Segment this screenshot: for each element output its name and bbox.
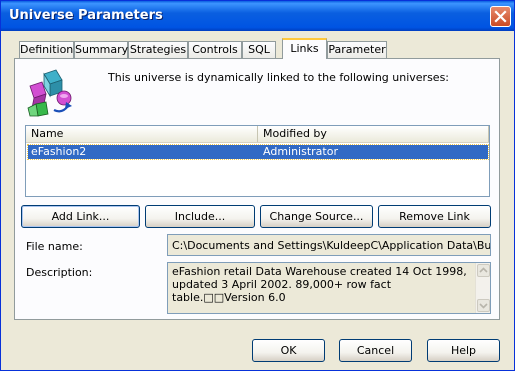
scroll-down-button[interactable]: [477, 299, 490, 312]
title-bar[interactable]: Universe Parameters: [1, 1, 514, 31]
close-button[interactable]: [490, 6, 511, 27]
linked-universes-list[interactable]: Name Modified by eFashion2 Administrator: [25, 125, 490, 197]
tab-summary[interactable]: Summary: [74, 41, 128, 58]
description-scrollbar[interactable]: [475, 263, 490, 313]
ok-button[interactable]: OK: [252, 339, 325, 362]
help-button[interactable]: Help: [427, 339, 500, 362]
tab-links[interactable]: Links: [282, 38, 327, 59]
row-name-cell: eFashion2: [31, 145, 87, 158]
scroll-up-button[interactable]: [477, 264, 490, 277]
tab-definition[interactable]: Definition: [19, 41, 74, 58]
description-field[interactable]: eFashion retail Data Warehouse created 1…: [167, 262, 491, 314]
row-modified-by-cell: Administrator: [263, 145, 338, 158]
tab-controls[interactable]: Controls: [188, 41, 242, 58]
column-header-name[interactable]: Name: [26, 126, 258, 142]
close-icon: [494, 10, 507, 23]
change-source-button[interactable]: Change Source...: [260, 205, 373, 228]
list-header: Name Modified by: [26, 126, 489, 143]
table-row[interactable]: eFashion2 Administrator: [27, 144, 489, 160]
tab-parameter[interactable]: Parameter: [327, 41, 387, 58]
links-intro-text: This universe is dynamically linked to t…: [108, 71, 450, 84]
universe-link-icon: [27, 69, 72, 117]
description-value: eFashion retail Data Warehouse created 1…: [172, 265, 467, 304]
file-name-value: C:\Documents and Settings\KuldeepC\Appli…: [172, 239, 491, 252]
tab-sql[interactable]: SQL: [242, 41, 276, 58]
cancel-button[interactable]: Cancel: [339, 339, 412, 362]
file-name-label: File name:: [26, 240, 83, 253]
file-name-field[interactable]: C:\Documents and Settings\KuldeepC\Appli…: [167, 234, 491, 256]
add-link-button[interactable]: Add Link...: [21, 205, 140, 228]
chevron-down-icon: [479, 303, 488, 309]
chevron-up-icon: [479, 267, 488, 273]
column-header-modified-by[interactable]: Modified by: [258, 126, 489, 142]
remove-link-button[interactable]: Remove Link: [378, 205, 491, 228]
window-title: Universe Parameters: [9, 8, 163, 23]
description-label: Description:: [26, 266, 93, 279]
include-button[interactable]: Include...: [145, 205, 255, 228]
tab-strategies[interactable]: Strategies: [128, 41, 188, 58]
